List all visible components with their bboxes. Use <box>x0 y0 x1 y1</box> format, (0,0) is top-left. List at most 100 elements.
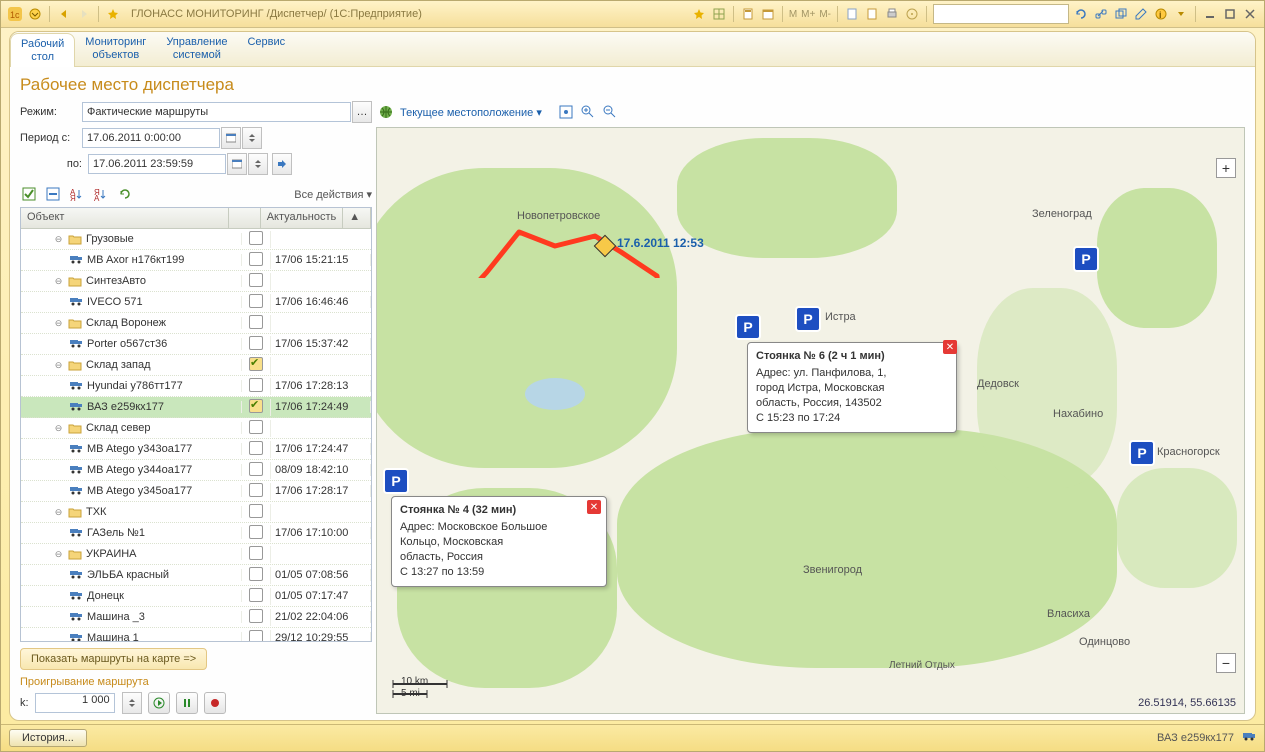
newdoc-icon[interactable] <box>844 6 860 22</box>
info-drop-icon[interactable] <box>1173 6 1189 22</box>
period-to-field[interactable]: 17.06.2011 23:59:59 <box>88 154 226 174</box>
vehicle-row[interactable]: Машина _321/02 22:04:06 <box>21 607 371 628</box>
sort-asc-icon[interactable]: AЯ <box>68 185 86 203</box>
memory-m[interactable]: M <box>789 9 797 20</box>
calc-icon[interactable] <box>740 6 756 22</box>
parking-icon[interactable]: P <box>383 468 409 494</box>
close-popup-4-icon[interactable]: ✕ <box>587 500 601 514</box>
favorite-icon[interactable] <box>105 6 121 22</box>
group-row[interactable]: ⊖ Грузовые <box>21 229 371 250</box>
expander-icon[interactable]: ⊖ <box>53 423 64 434</box>
group-row[interactable]: ⊖ Склад запад <box>21 355 371 376</box>
play-icon[interactable] <box>148 692 170 714</box>
period-from-field[interactable]: 17.06.2011 0:00:00 <box>82 128 220 148</box>
tool-icon[interactable] <box>1133 6 1149 22</box>
tab-management[interactable]: Управлениесистемой <box>156 32 237 66</box>
history-button[interactable]: История... <box>9 729 87 747</box>
spin-to-icon[interactable] <box>248 153 268 175</box>
parking-icon[interactable]: P <box>735 314 761 340</box>
group-row[interactable]: ⊖ ТХК <box>21 502 371 523</box>
link-icon[interactable] <box>1093 6 1109 22</box>
windows-icon[interactable] <box>1113 6 1129 22</box>
vehicle-row[interactable]: MB Axor н176кт19917/06 15:21:15 <box>21 250 371 271</box>
record-icon[interactable] <box>204 692 226 714</box>
tab-desktop[interactable]: Рабочийстол <box>10 33 75 67</box>
row-checkbox[interactable] <box>249 357 263 371</box>
vehicle-row[interactable]: Машина 129/12 10:29:55 <box>21 628 371 641</box>
row-checkbox[interactable] <box>249 546 263 560</box>
mode-picker-icon[interactable]: … <box>352 101 372 123</box>
expander-icon[interactable]: ⊖ <box>53 549 64 560</box>
expander-icon[interactable]: ⊖ <box>53 507 64 518</box>
parking-icon[interactable]: P <box>795 306 821 332</box>
row-checkbox[interactable] <box>249 504 263 518</box>
vehicle-row[interactable]: MB Atego у345оа17717/06 17:28:17 <box>21 481 371 502</box>
expander-icon[interactable]: ⊖ <box>53 360 64 371</box>
memory-mplus[interactable]: M+ <box>801 9 815 20</box>
row-checkbox[interactable] <box>249 378 263 392</box>
sort-desc-icon[interactable]: ЯA <box>92 185 110 203</box>
current-position-link[interactable]: Текущее местоположение ▾ <box>400 106 542 119</box>
uncheckall-icon[interactable] <box>44 185 62 203</box>
show-routes-button[interactable]: Показать маршруты на карте => <box>20 648 207 670</box>
row-checkbox[interactable] <box>249 336 263 350</box>
col-check-icon[interactable] <box>229 208 260 228</box>
close-icon[interactable] <box>1242 6 1258 22</box>
period-apply-icon[interactable] <box>272 153 292 175</box>
group-row[interactable]: ⊖ УКРАИНА <box>21 544 371 565</box>
close-popup-6-icon[interactable]: ✕ <box>943 340 957 354</box>
col-actual[interactable]: Актуальность <box>261 208 344 228</box>
all-actions-link[interactable]: Все действия <box>294 188 372 201</box>
globe-icon[interactable] <box>378 104 394 120</box>
col-object[interactable]: Объект <box>21 208 229 228</box>
row-checkbox[interactable] <box>249 630 263 642</box>
row-checkbox[interactable] <box>249 399 263 413</box>
refresh-icon[interactable] <box>1073 6 1089 22</box>
k-spin-icon[interactable] <box>122 692 142 714</box>
back-icon[interactable] <box>56 6 72 22</box>
group-row[interactable]: ⊖ СинтезАвто <box>21 271 371 292</box>
vehicle-row[interactable]: Porter о567ст3617/06 15:37:42 <box>21 334 371 355</box>
center-icon[interactable] <box>558 104 574 120</box>
vehicle-row[interactable]: ГАЗель №117/06 17:10:00 <box>21 523 371 544</box>
vehicle-row[interactable]: Hyundai у786тт17717/06 17:28:13 <box>21 376 371 397</box>
more-icon[interactable] <box>904 6 920 22</box>
minimize-icon[interactable] <box>1202 6 1218 22</box>
parking-icon[interactable]: P <box>1073 246 1099 272</box>
row-checkbox[interactable] <box>249 420 263 434</box>
forward-icon[interactable] <box>76 6 92 22</box>
vehicle-row[interactable]: ВАЗ е259кх17717/06 17:24:49 <box>21 397 371 418</box>
mode-field[interactable]: Фактические маршруты <box>82 102 351 122</box>
map-zoom-in-icon[interactable]: + <box>1216 158 1236 178</box>
group-row[interactable]: ⊖ Склад север <box>21 418 371 439</box>
expander-icon[interactable]: ⊖ <box>53 318 64 329</box>
row-checkbox[interactable] <box>249 315 263 329</box>
pause-icon[interactable] <box>176 692 198 714</box>
vehicle-row[interactable]: ЭЛЬБА красный01/05 07:08:56 <box>21 565 371 586</box>
search-input[interactable] <box>933 4 1069 24</box>
row-checkbox[interactable] <box>249 609 263 623</box>
row-checkbox[interactable] <box>249 462 263 476</box>
tab-service[interactable]: Сервис <box>237 32 295 66</box>
spin-from-icon[interactable] <box>242 127 262 149</box>
grid-icon[interactable] <box>711 6 727 22</box>
k-field[interactable]: 1 000 <box>35 693 115 713</box>
expander-icon[interactable]: ⊖ <box>53 276 64 287</box>
tab-monitoring[interactable]: Мониторингобъектов <box>75 32 156 66</box>
doc-icon[interactable] <box>864 6 880 22</box>
row-checkbox[interactable] <box>249 483 263 497</box>
zoom-in-icon[interactable] <box>580 104 596 120</box>
expander-icon[interactable]: ⊖ <box>53 234 64 245</box>
refresh-grid-icon[interactable] <box>116 185 134 203</box>
row-checkbox[interactable] <box>249 252 263 266</box>
maximize-icon[interactable] <box>1222 6 1238 22</box>
row-checkbox[interactable] <box>249 273 263 287</box>
calendar-icon[interactable] <box>760 6 776 22</box>
row-checkbox[interactable] <box>249 525 263 539</box>
parking-icon[interactable]: P <box>1129 440 1155 466</box>
row-checkbox[interactable] <box>249 294 263 308</box>
map-zoom-out-icon[interactable]: − <box>1216 653 1236 673</box>
checkall-icon[interactable] <box>20 185 38 203</box>
dropdown-icon[interactable] <box>27 6 43 22</box>
vehicle-row[interactable]: IVECO 57117/06 16:46:46 <box>21 292 371 313</box>
